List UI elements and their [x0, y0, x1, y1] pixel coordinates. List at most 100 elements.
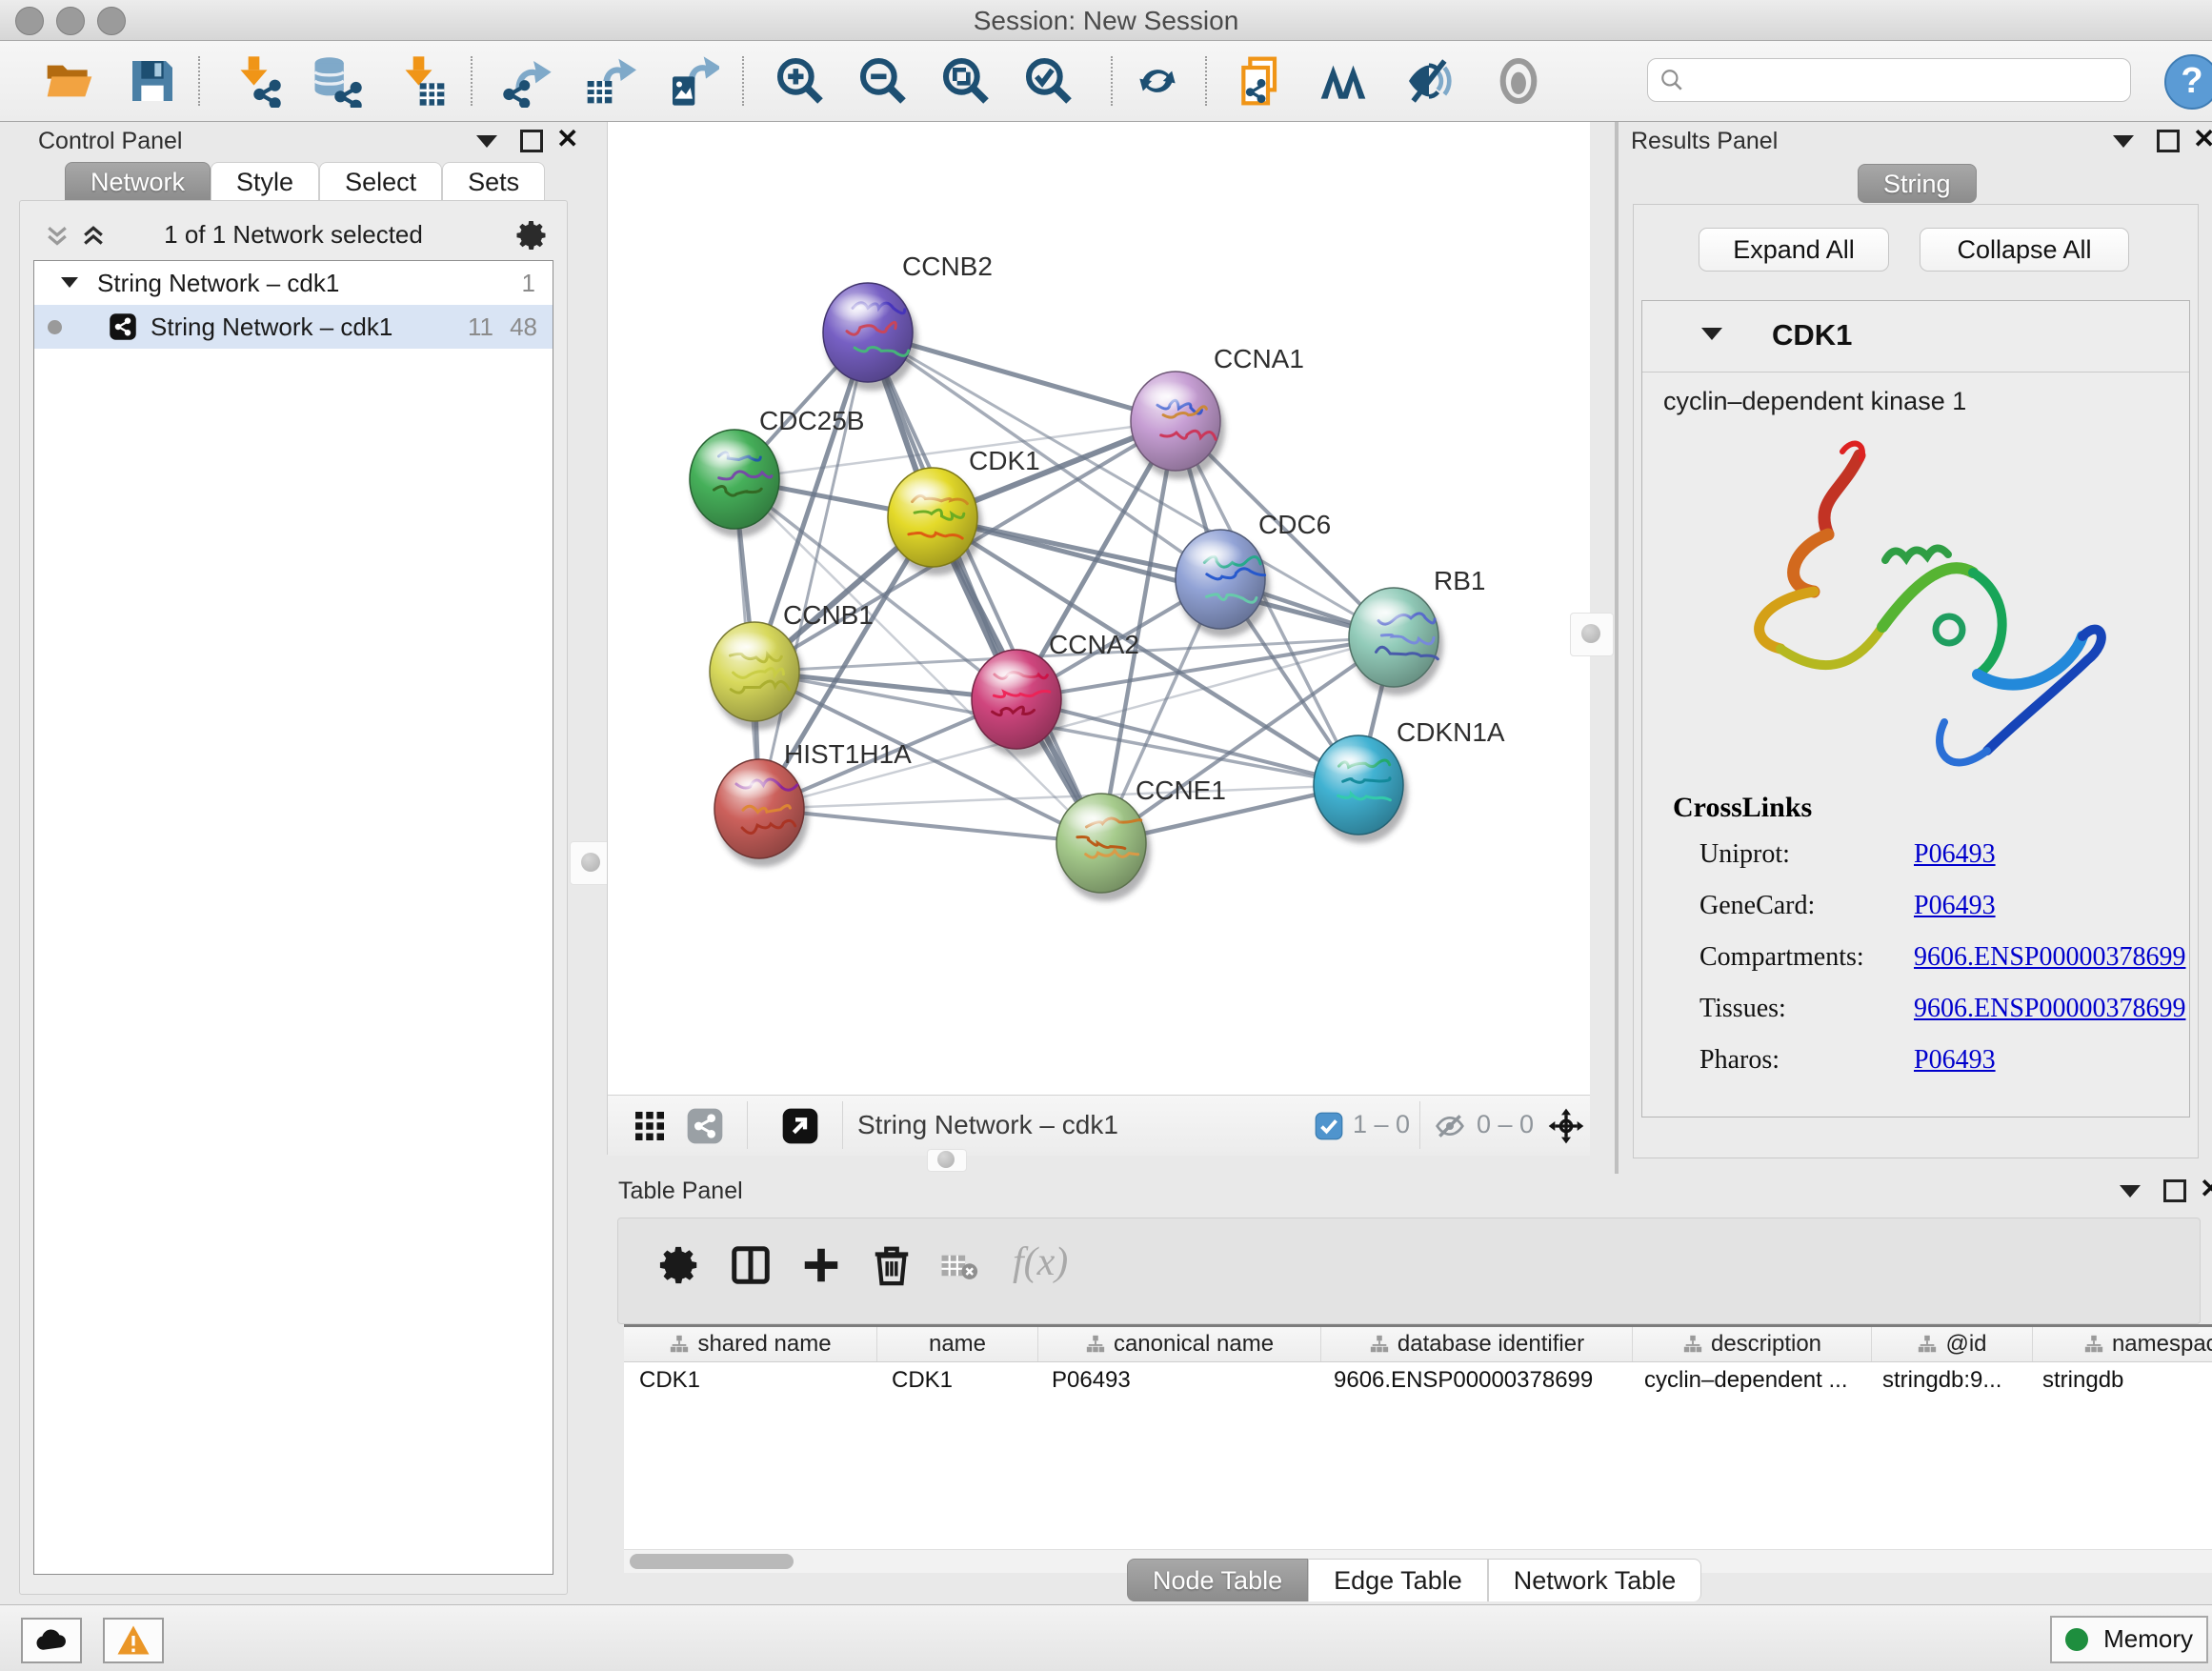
zoom-in-icon[interactable]: [774, 54, 827, 108]
network-node[interactable]: RB1: [1349, 566, 1485, 695]
crosslink-link[interactable]: P06493: [1914, 1045, 1996, 1076]
save-session-icon[interactable]: [126, 54, 179, 108]
detach-view-icon[interactable]: [781, 1107, 819, 1145]
memory-button[interactable]: Memory: [2050, 1616, 2208, 1663]
open-session-icon[interactable]: [43, 54, 96, 108]
network-node[interactable]: CDC6: [1176, 510, 1331, 637]
table-panel: Table Panel ✕ f(x) shared name name cano…: [607, 1174, 2212, 1610]
float-panel-icon[interactable]: [520, 130, 543, 152]
cell-description: cyclin–dependent ...: [1629, 1362, 1867, 1399]
import-network-from-file-icon[interactable]: [231, 54, 284, 108]
control-panel-title: Control Panel: [38, 128, 182, 155]
import-network-from-database-icon[interactable]: [312, 54, 365, 108]
tab-select[interactable]: Select: [319, 162, 442, 201]
gene-section-header[interactable]: CDK1: [1642, 301, 2189, 372]
collapse-all-button[interactable]: Collapse All: [1920, 228, 2129, 272]
import-table-from-file-icon[interactable]: [395, 54, 449, 108]
new-network-from-selection-icon[interactable]: [1235, 54, 1288, 108]
search-input[interactable]: [1647, 58, 2131, 102]
export-table-icon[interactable]: [583, 54, 636, 108]
tab-string[interactable]: String: [1858, 164, 1977, 203]
tab-sets[interactable]: Sets: [442, 162, 545, 201]
network-node[interactable]: CCNB2: [823, 252, 993, 391]
apply-layout-icon[interactable]: [1131, 54, 1184, 108]
attribute-icon: [1682, 1334, 1703, 1355]
panel-menu-icon[interactable]: [2113, 135, 2134, 148]
crosslink-link[interactable]: P06493: [1914, 839, 1996, 870]
column-header[interactable]: name: [877, 1327, 1038, 1361]
first-neighbors-icon[interactable]: [1317, 54, 1370, 108]
network-collection-label: String Network – cdk1: [97, 261, 339, 305]
hidden-elements-icon[interactable]: [1435, 1111, 1465, 1141]
main-toolbar: ?: [0, 41, 2212, 122]
zoom-fit-icon[interactable]: [939, 54, 993, 108]
export-network-icon[interactable]: [500, 54, 553, 108]
tab-edge-table[interactable]: Edge Table: [1308, 1559, 1488, 1601]
network-node[interactable]: CCNA1: [1131, 344, 1304, 479]
pan-crosshair-icon[interactable]: [1547, 1107, 1585, 1145]
warning-status-button[interactable]: [103, 1618, 164, 1663]
export-image-icon[interactable]: [666, 54, 719, 108]
close-panel-icon[interactable]: ✕: [2193, 130, 2212, 149]
grid-view-icon[interactable]: [633, 1109, 667, 1143]
section-expander-icon[interactable]: [1701, 328, 1722, 340]
tab-network[interactable]: Network: [65, 162, 211, 201]
panel-menu-icon[interactable]: [476, 135, 497, 148]
zoom-out-icon[interactable]: [856, 54, 910, 108]
bird-eye-view-icon[interactable]: [1492, 54, 1545, 108]
crosslink-link[interactable]: 9606.ENSP00000378699: [1914, 994, 2185, 1024]
network-node[interactable]: CCNE1: [1056, 775, 1226, 901]
tab-network-table[interactable]: Network Table: [1488, 1559, 1702, 1601]
collection-count: 1: [522, 261, 535, 305]
column-header-label: namespace: [2112, 1331, 2212, 1358]
tab-style[interactable]: Style: [211, 162, 319, 201]
tree-expander-icon[interactable]: [61, 277, 78, 288]
attribute-icon: [669, 1334, 690, 1355]
scrollbar-thumb[interactable]: [630, 1554, 794, 1569]
network-node[interactable]: CDK1: [888, 446, 1040, 575]
control-panel-tabs: NetworkStyleSelectSets: [65, 162, 545, 201]
column-header[interactable]: canonical name: [1038, 1327, 1321, 1361]
network-row[interactable]: String Network – cdk1 11 48: [34, 305, 553, 349]
add-column-icon[interactable]: [799, 1243, 843, 1287]
panel-menu-icon[interactable]: [2120, 1185, 2141, 1198]
column-header[interactable]: shared name: [624, 1327, 877, 1361]
network-view-title: String Network – cdk1: [857, 1110, 1118, 1140]
delete-column-icon[interactable]: [870, 1243, 914, 1287]
zoom-selected-icon[interactable]: [1022, 54, 1076, 108]
network-node[interactable]: CCNB1: [710, 600, 874, 730]
show-columns-icon[interactable]: [729, 1243, 773, 1287]
show-graphics-details-icon[interactable]: [1402, 54, 1456, 108]
network-node[interactable]: CDC25B: [690, 406, 864, 537]
edge-count: 48: [510, 305, 537, 349]
float-panel-icon[interactable]: [2163, 1179, 2186, 1202]
column-header[interactable]: database identifier: [1321, 1327, 1633, 1361]
cloud-status-button[interactable]: [21, 1618, 82, 1663]
network-canvas[interactable]: CCNB2CCNA1CDC25BCDK1CDC6RB1CCNB1CCNA2CDK…: [608, 122, 1590, 1095]
expand-all-button[interactable]: Expand All: [1699, 228, 1889, 272]
crosslink-link[interactable]: 9606.ENSP00000378699: [1914, 942, 2185, 973]
column-header-label: @id: [1945, 1331, 1986, 1358]
help-button[interactable]: ?: [2164, 54, 2212, 110]
table-row[interactable]: CDK1 CDK1 P06493 9606.ENSP00000378699 cy…: [624, 1362, 2212, 1399]
crosslink-link[interactable]: P06493: [1914, 891, 1996, 921]
gear-icon[interactable]: [515, 218, 550, 252]
column-header[interactable]: @id: [1872, 1327, 2033, 1361]
network-node[interactable]: CDKN1A: [1314, 717, 1505, 843]
network-view-mode-icon[interactable]: [686, 1107, 724, 1145]
close-panel-icon[interactable]: ✕: [556, 130, 578, 149]
selected-checkbox-icon[interactable]: [1315, 1112, 1343, 1140]
tab-node-table[interactable]: Node Table: [1127, 1559, 1308, 1601]
horizontal-splitter-handle[interactable]: [927, 1149, 967, 1172]
column-header[interactable]: description: [1633, 1327, 1872, 1361]
table-gear-icon[interactable]: [658, 1243, 702, 1287]
right-splitter-handle[interactable]: [1570, 613, 1614, 656]
crosslink-row: Uniprot:P06493: [1699, 839, 1790, 870]
network-collection-row[interactable]: String Network – cdk1 1: [34, 261, 553, 305]
column-header[interactable]: namespace: [2033, 1327, 2212, 1361]
search-input-field[interactable]: [1692, 63, 2115, 95]
crosslink-label: Tissues:: [1699, 994, 1786, 1023]
float-panel-icon[interactable]: [2157, 130, 2180, 152]
crosslink-label: Uniprot:: [1699, 839, 1790, 869]
close-panel-icon[interactable]: ✕: [2200, 1179, 2212, 1198]
